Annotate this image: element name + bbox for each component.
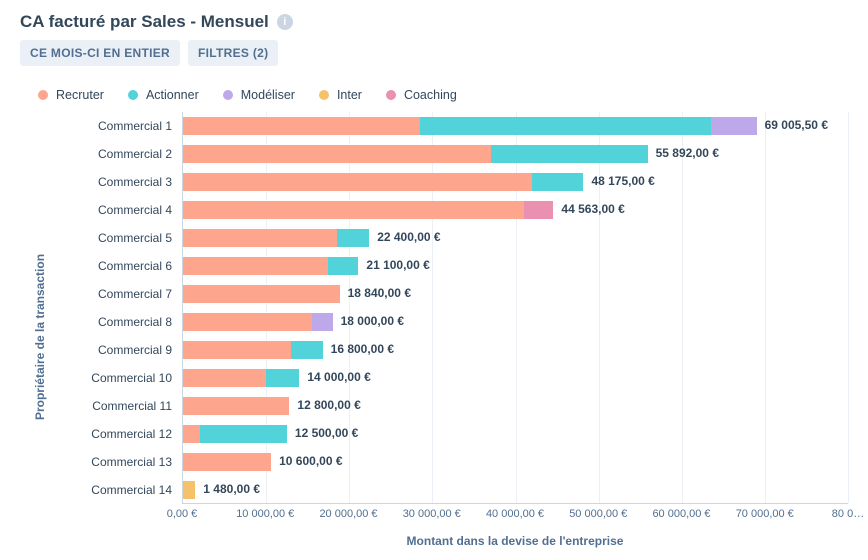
legend-item-actionner[interactable]: Actionner <box>128 88 199 102</box>
category-label: Commercial 8 <box>54 315 182 329</box>
bar-segment-recruter[interactable] <box>183 201 524 219</box>
info-icon[interactable]: i <box>277 14 293 30</box>
bar-segment-coaching[interactable] <box>524 201 554 219</box>
bar-segment-recruter[interactable] <box>183 145 491 163</box>
bar-total-label: 48 175,00 € <box>591 174 654 188</box>
bar-total-label: 1 480,00 € <box>203 482 260 496</box>
category-label: Commercial 5 <box>54 231 182 245</box>
category-label: Commercial 13 <box>54 455 182 469</box>
x-tick-label: 70 000,00 € <box>736 508 794 520</box>
bar-total-label: 18 840,00 € <box>348 286 411 300</box>
bar-total-label: 18 000,00 € <box>341 314 404 328</box>
legend-swatch <box>223 90 233 100</box>
bar-segment-recruter[interactable] <box>183 117 420 135</box>
bar-total-label: 22 400,00 € <box>377 230 440 244</box>
bar-segment-actionner[interactable] <box>200 425 287 443</box>
bar-total-label: 12 500,00 € <box>295 426 358 440</box>
bar-total-label: 14 000,00 € <box>307 370 370 384</box>
legend-swatch <box>128 90 138 100</box>
bar-total-label: 55 892,00 € <box>656 146 719 160</box>
bar-segment-actionner[interactable] <box>328 257 358 275</box>
bar-segment-actionner[interactable] <box>420 117 711 135</box>
bar-segment-recruter[interactable] <box>183 285 340 303</box>
x-tick-label: 40 000,00 € <box>486 508 544 520</box>
bar-total-label: 12 800,00 € <box>297 398 360 412</box>
bar-segment-modéliser[interactable] <box>711 117 757 135</box>
category-label: Commercial 4 <box>54 203 182 217</box>
y-axis-label: Propriétaire de la transaction <box>33 254 47 420</box>
bar-segment-recruter[interactable] <box>183 453 271 471</box>
bar-segment-actionner[interactable] <box>337 229 369 247</box>
legend-item-inter[interactable]: Inter <box>319 88 362 102</box>
bar-total-label: 10 600,00 € <box>279 454 342 468</box>
bar-segment-actionner[interactable] <box>291 341 323 359</box>
bar-total-label: 21 100,00 € <box>366 258 429 272</box>
category-label: Commercial 9 <box>54 343 182 357</box>
x-tick-label: 50 000,00 € <box>569 508 627 520</box>
legend-swatch <box>319 90 329 100</box>
x-tick-label: 30 000,00 € <box>403 508 461 520</box>
page-title: CA facturé par Sales - Mensuel <box>20 12 269 32</box>
legend-item-modéliser[interactable]: Modéliser <box>223 88 295 102</box>
category-label: Commercial 7 <box>54 287 182 301</box>
category-label: Commercial 14 <box>54 483 182 497</box>
legend-label: Recruter <box>56 88 104 102</box>
bar-segment-modéliser[interactable] <box>312 313 333 331</box>
bar-segment-inter[interactable] <box>183 481 195 499</box>
category-label: Commercial 11 <box>54 399 182 413</box>
category-label: Commercial 2 <box>54 147 182 161</box>
legend: Recruter Actionner Modéliser Inter Coaching <box>38 88 848 102</box>
legend-label: Modéliser <box>241 88 295 102</box>
x-tick-label: 0,00 € <box>167 508 198 520</box>
x-axis-label: Montant dans la devise de l'entreprise <box>182 534 848 548</box>
category-label: Commercial 6 <box>54 259 182 273</box>
legend-label: Coaching <box>404 88 457 102</box>
plot-area: 69 005,50 € 55 892,00 €48 175,00 € 44 563,… <box>182 112 848 504</box>
x-tick-label: 10 000,00 € <box>236 508 294 520</box>
bar-segment-recruter[interactable] <box>183 341 291 359</box>
legend-swatch <box>38 90 48 100</box>
bar-total-label: 16 800,00 € <box>331 342 394 356</box>
bar-segment-actionner[interactable] <box>491 145 648 163</box>
bar-segment-recruter[interactable] <box>183 257 328 275</box>
bar-total-label: 44 563,00 € <box>561 202 624 216</box>
x-tick-label: 60 000,00 € <box>652 508 710 520</box>
bar-segment-recruter[interactable] <box>183 313 312 331</box>
bar-segment-recruter[interactable] <box>183 425 200 443</box>
x-tick-label: 80 0… <box>832 508 864 520</box>
legend-label: Actionner <box>146 88 199 102</box>
chip-filters[interactable]: FILTRES (2) <box>188 40 278 66</box>
category-label: Commercial 12 <box>54 427 182 441</box>
category-label: Commercial 10 <box>54 371 182 385</box>
legend-swatch <box>386 90 396 100</box>
bar-segment-actionner[interactable] <box>266 369 299 387</box>
legend-item-coaching[interactable]: Coaching <box>386 88 457 102</box>
chip-period[interactable]: CE MOIS-CI EN ENTIER <box>20 40 180 66</box>
x-tick-label: 20 000,00 € <box>319 508 377 520</box>
category-label: Commercial 3 <box>54 175 182 189</box>
legend-label: Inter <box>337 88 362 102</box>
bar-segment-recruter[interactable] <box>183 397 289 415</box>
bar-segment-recruter[interactable] <box>183 173 532 191</box>
bar-segment-recruter[interactable] <box>183 229 337 247</box>
bar-segment-recruter[interactable] <box>183 369 266 387</box>
legend-item-recruter[interactable]: Recruter <box>38 88 104 102</box>
bar-total-label: 69 005,50 € <box>765 118 828 132</box>
category-label: Commercial 1 <box>54 119 182 133</box>
bar-segment-actionner[interactable] <box>532 173 583 191</box>
